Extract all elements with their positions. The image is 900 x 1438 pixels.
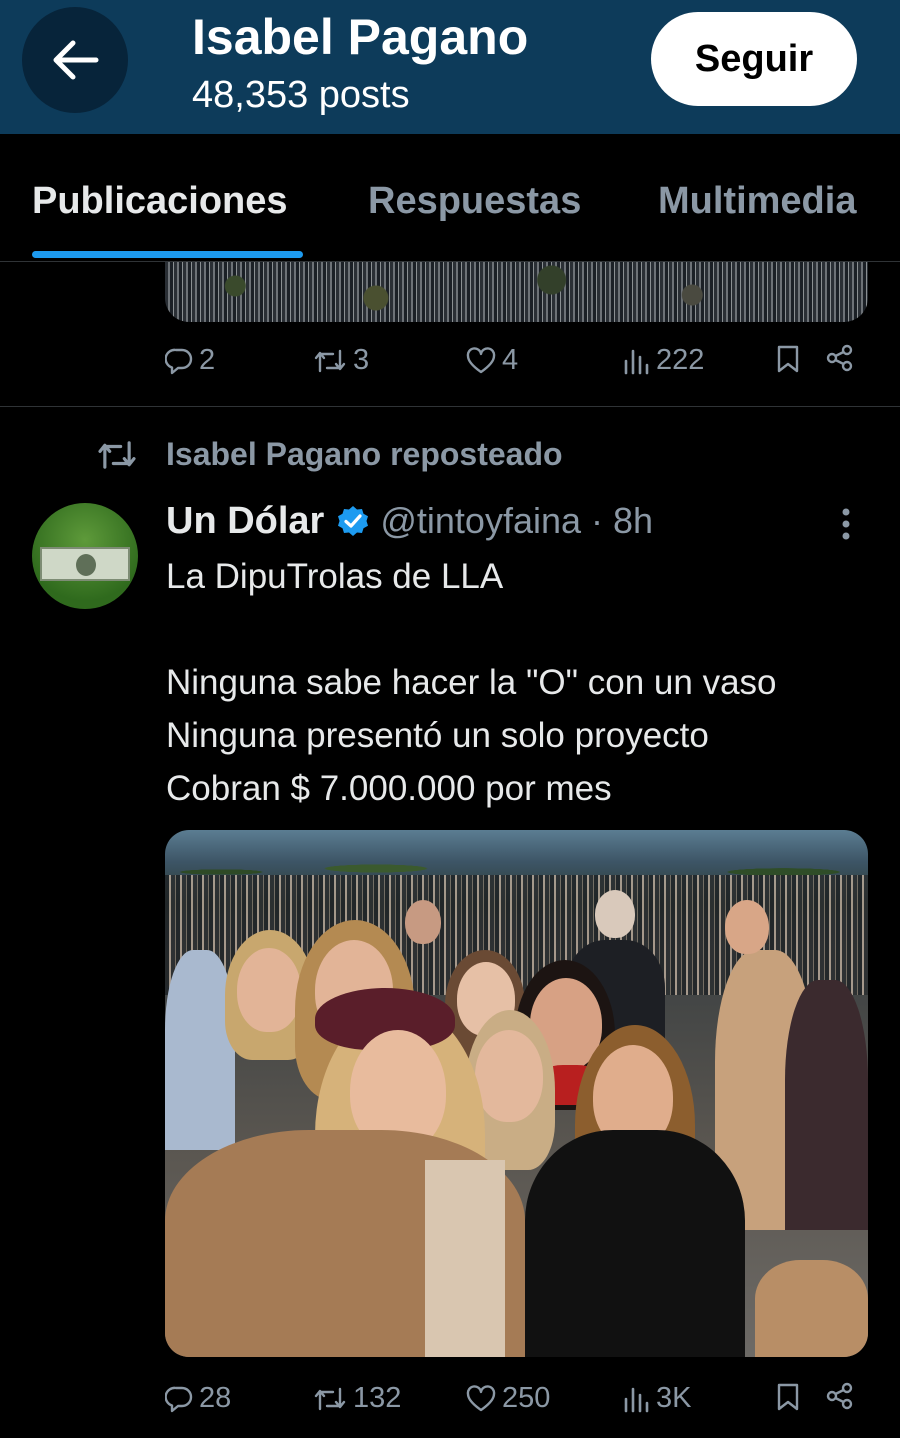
repost-count: 132	[353, 1382, 402, 1414]
share-icon	[826, 1382, 853, 1410]
tweet-line: Cobran $ 7.000.000 por mes	[166, 769, 612, 808]
photo-person	[425, 1160, 505, 1357]
back-arrow-icon	[53, 40, 99, 80]
avatar[interactable]	[32, 503, 138, 609]
photo-person	[405, 900, 441, 944]
repost-button[interactable]: 3	[313, 344, 369, 377]
reply-icon	[165, 348, 193, 374]
reply-count: 2	[199, 344, 216, 376]
like-icon	[466, 1384, 496, 1411]
tab-publicaciones[interactable]: Publicaciones	[32, 180, 288, 223]
tweet-photo[interactable]	[165, 830, 868, 1357]
author-handle-time[interactable]: @tintoyfaina · 8h	[380, 500, 653, 542]
repost-icon	[314, 349, 346, 372]
photo-person	[725, 900, 769, 954]
like-button[interactable]: 250	[466, 1382, 550, 1415]
views-count: 222	[656, 344, 705, 376]
tweet-text: La DipuTrolas de LLA Ninguna sabe hacer …	[166, 550, 886, 815]
share-button[interactable]	[826, 344, 854, 372]
bookmark-button[interactable]	[776, 1382, 800, 1412]
previous-post-actions: 2 3 4 222	[0, 344, 900, 384]
tweet-actions: 28 132 250 3K	[0, 1382, 900, 1422]
share-icon	[826, 344, 853, 372]
post-divider	[0, 406, 900, 407]
reply-count: 28	[199, 1382, 232, 1414]
photo-person	[595, 890, 635, 938]
author-name[interactable]: Un Dólar	[166, 500, 324, 543]
previous-post-image[interactable]	[165, 262, 868, 322]
like-button[interactable]: 4	[466, 344, 518, 377]
bookmark-icon	[777, 345, 799, 373]
tab-multimedia[interactable]: Multimedia	[658, 180, 856, 223]
reply-button[interactable]: 28	[165, 1382, 231, 1415]
verified-icon	[338, 506, 369, 536]
photo-person	[755, 1260, 868, 1357]
bookmark-icon	[777, 1383, 799, 1411]
reply-icon	[165, 1386, 193, 1412]
photo-person	[785, 980, 868, 1230]
profile-tabs: Publicaciones Respuestas Multimedia	[0, 134, 900, 262]
repost-count: 3	[353, 344, 370, 376]
back-button[interactable]	[22, 7, 128, 113]
profile-header: Isabel Pagano 48,353 posts Seguir	[0, 0, 900, 134]
like-count: 4	[502, 344, 519, 376]
photo-person	[237, 948, 301, 1032]
views-icon	[624, 1387, 649, 1412]
like-count: 250	[502, 1382, 551, 1414]
photo-person	[475, 1030, 543, 1122]
more-icon[interactable]	[838, 504, 854, 544]
photo-person	[165, 950, 235, 1150]
profile-name: Isabel Pagano	[192, 9, 529, 65]
views-icon	[624, 349, 649, 374]
repost-banner-icon	[98, 441, 136, 469]
repost-icon	[314, 1387, 346, 1410]
dollar-bill-image	[40, 547, 130, 581]
views-button[interactable]: 3K	[622, 1382, 691, 1415]
tweet-line: La DipuTrolas de LLA	[166, 557, 504, 596]
post-count: 48,353 posts	[192, 74, 410, 116]
bookmark-button[interactable]	[776, 344, 800, 374]
share-button[interactable]	[826, 1382, 854, 1410]
tweet-author-row: Un Dólar @tintoyfaina · 8h	[166, 496, 653, 546]
reply-button[interactable]: 2	[165, 344, 215, 377]
photo-person	[525, 1130, 745, 1357]
tweet-line: Ninguna sabe hacer la "O" con un vaso	[166, 663, 777, 702]
active-tab-indicator	[32, 251, 303, 258]
views-button[interactable]: 222	[622, 344, 704, 377]
tweet-line: Ninguna presentó un solo proyecto	[166, 716, 709, 755]
follow-button[interactable]: Seguir	[651, 12, 857, 106]
like-icon	[466, 346, 496, 373]
tab-respuestas[interactable]: Respuestas	[368, 180, 581, 223]
views-count: 3K	[656, 1382, 692, 1414]
repost-banner-text[interactable]: Isabel Pagano reposteado	[166, 436, 563, 473]
repost-button[interactable]: 132	[313, 1382, 401, 1415]
